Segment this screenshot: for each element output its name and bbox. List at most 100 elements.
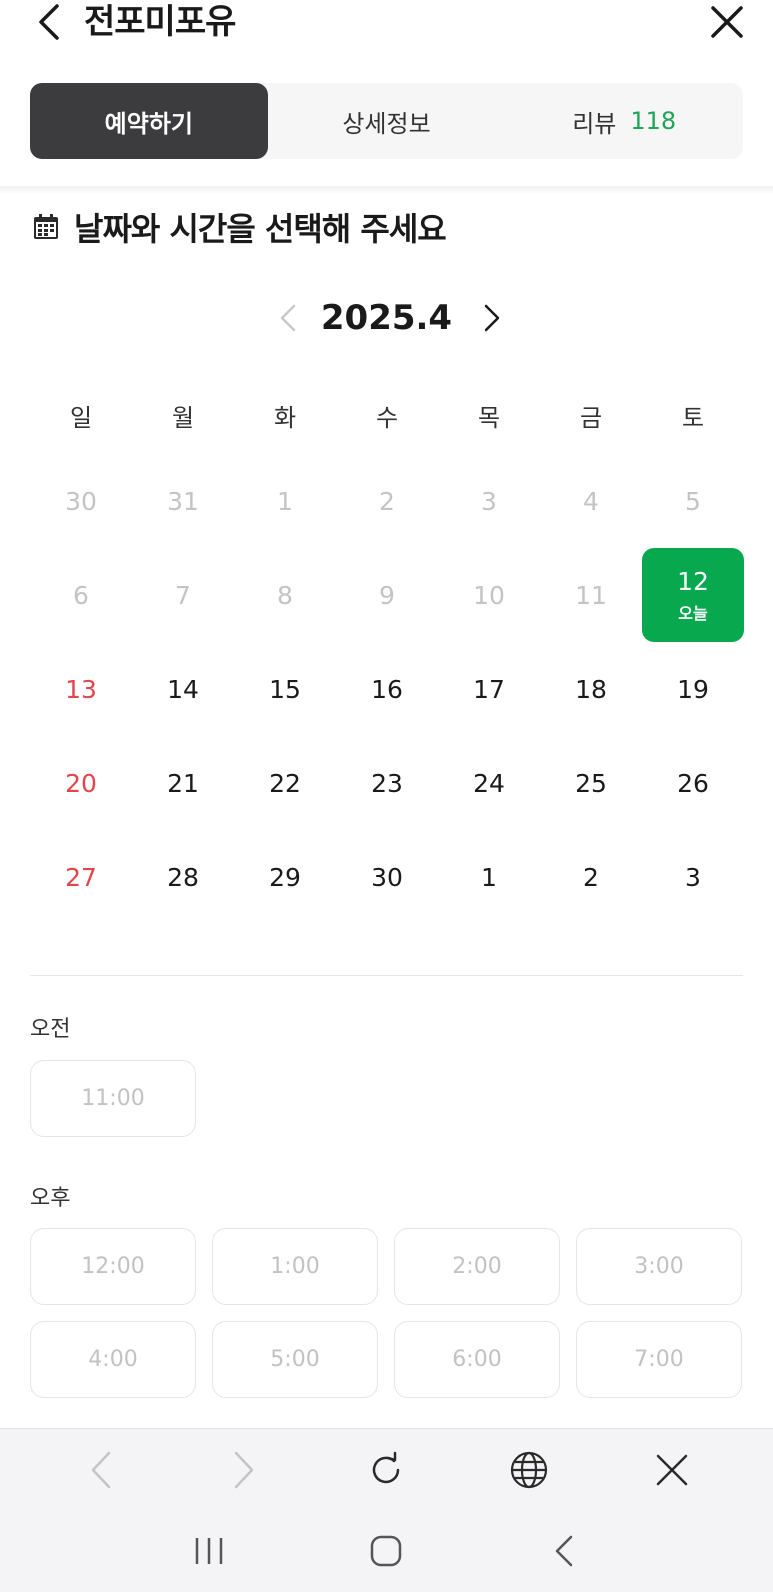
calendar-day[interactable]: 25 [540,736,642,830]
morning-slots: 11:00 [30,1060,744,1137]
section-title: 날짜와 시간을 선택해 주세요 [32,204,447,250]
day-number: 20 [65,768,97,798]
calendar-day[interactable]: 26 [642,736,744,830]
tab-label: 리뷰 [572,109,617,138]
day-number: 2 [379,486,395,516]
calendar-day[interactable]: 2 [540,830,642,924]
calendar-day[interactable]: 23 [336,736,438,830]
time-slot[interactable]: 2:00 [394,1228,560,1305]
calendar-day: 30 [30,454,132,548]
tab-details[interactable]: 상세정보 [268,83,506,159]
day-number: 22 [269,768,301,798]
tab-booking[interactable]: 예약하기 [30,83,268,159]
calendar-day[interactable]: 13 [30,642,132,736]
morning-label: 오전 [30,1017,71,1042]
calendar-icon [32,213,60,241]
calendar-day: 7 [132,548,234,642]
calendar-day[interactable]: 15 [234,642,336,736]
calendar-day[interactable]: 21 [132,736,234,830]
calendar-day[interactable]: 17 [438,642,540,736]
time-slot[interactable]: 3:00 [576,1228,742,1305]
time-slot[interactable]: 7:00 [576,1321,742,1398]
recent-apps-button[interactable] [181,1523,237,1579]
calendar-day[interactable]: 3 [642,830,744,924]
section-divider [30,975,743,976]
weekday-label: 화 [273,404,297,432]
time-slot[interactable]: 1:00 [212,1228,378,1305]
today-label: 오늘 [678,603,708,623]
day-number: 16 [371,674,403,704]
time-slot[interactable]: 6:00 [394,1321,560,1398]
time-slot[interactable]: 11:00 [30,1060,196,1137]
day-number: 24 [473,768,505,798]
page-title: 전포미포유 [84,2,236,42]
afternoon-label: 오후 [30,1186,71,1211]
day-number: 17 [473,674,505,704]
back-icon [555,1535,573,1567]
tab-reviews[interactable]: 리뷰 118 [505,83,743,159]
browser-forward-button[interactable] [216,1442,272,1498]
system-navigation-bar [0,1510,773,1592]
day-number: 1 [481,862,497,892]
calendar-day-today[interactable]: 12 오늘 [642,548,744,642]
calendar-day[interactable]: 22 [234,736,336,830]
system-back-button[interactable] [536,1523,592,1579]
day-number: 21 [167,768,199,798]
close-icon [711,6,743,38]
time-slot[interactable]: 5:00 [212,1321,378,1398]
weekday-label: 일 [69,404,93,432]
calendar-day: 5 [642,454,744,548]
calendar-day[interactable]: 30 [336,830,438,924]
back-icon [92,1451,111,1488]
close-button[interactable] [707,2,747,42]
browser-back-button[interactable] [73,1442,129,1498]
day-number: 5 [685,486,701,516]
section-title-text: 날짜와 시간을 선택해 주세요 [74,210,447,248]
calendar-day[interactable]: 16 [336,642,438,736]
weekday-label: 수 [375,404,399,432]
browser-refresh-button[interactable] [358,1442,414,1498]
calendar-day[interactable]: 24 [438,736,540,830]
globe-icon [510,1451,548,1488]
recent-apps-icon [195,1538,223,1564]
weekday-label: 목 [477,404,501,432]
day-number: 29 [269,862,301,892]
browser-toolbar [0,1428,773,1510]
day-number: 27 [65,862,97,892]
back-button[interactable] [28,2,68,42]
calendar-grid: 30 31 1 2 3 4 5 6 7 8 9 10 11 12 오늘 13 14 15 16 17 18 19 20 21 2… [30,454,744,924]
day-number: 12 [677,566,709,596]
day-number: 28 [167,862,199,892]
calendar-day[interactable]: 20 [30,736,132,830]
calendar-day[interactable]: 19 [642,642,744,736]
prev-month-button[interactable] [268,298,308,338]
calendar-day[interactable]: 28 [132,830,234,924]
calendar-day[interactable]: 27 [30,830,132,924]
next-month-button[interactable] [472,298,512,338]
calendar-day[interactable]: 29 [234,830,336,924]
day-number: 30 [371,862,403,892]
day-number: 3 [481,486,497,516]
time-slot[interactable]: 4:00 [30,1321,196,1398]
time-slot[interactable]: 12:00 [30,1228,196,1305]
calendar-day[interactable]: 1 [438,830,540,924]
calendar-day[interactable]: 14 [132,642,234,736]
afternoon-slots: 12:00 1:00 2:00 3:00 4:00 5:00 6:00 7:00 [30,1228,744,1398]
browser-close-button[interactable] [644,1442,700,1498]
tab-bar: 예약하기 상세정보 리뷰 118 [30,83,743,159]
home-icon [371,1535,402,1567]
day-number: 13 [65,674,97,704]
calendar-day: 9 [336,548,438,642]
browser-globe-button[interactable] [501,1442,557,1498]
calendar-day[interactable]: 18 [540,642,642,736]
tab-label: 예약하기 [104,109,193,138]
calendar-day: 6 [30,548,132,642]
month-label: 2025.4 [320,298,453,338]
day-number: 11 [575,580,607,610]
home-button[interactable] [358,1523,414,1579]
calendar-day: 10 [438,548,540,642]
close-icon [656,1454,687,1485]
day-number: 31 [167,486,199,516]
day-number: 23 [371,768,403,798]
day-number: 4 [583,486,599,516]
